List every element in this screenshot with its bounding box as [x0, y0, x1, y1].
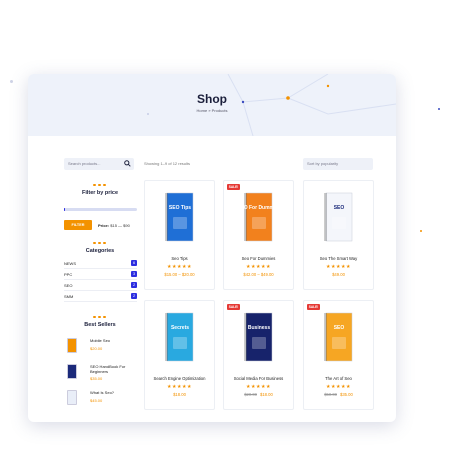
current-price: $18.00 — [260, 392, 273, 397]
book-cover-title: Business — [248, 325, 270, 331]
book-thumbnail[interactable] — [67, 364, 77, 379]
book-cover-title: SEO — [334, 325, 345, 331]
best-seller-item[interactable]: What Is Seo? $45.00 — [64, 388, 144, 412]
product-name[interactable]: Seo For Dummies — [224, 256, 293, 261]
price-range: $15 — $90 — [110, 223, 130, 228]
product-name[interactable]: Search Engine Optimization — [145, 376, 214, 381]
current-price: $35.00 — [340, 392, 353, 397]
sort-selected-value: Sort by popularity — [307, 161, 339, 166]
best-seller-item[interactable]: Mobile Seo $20.00 — [64, 336, 144, 360]
category-item-news[interactable]: NEWS 6 — [64, 259, 137, 269]
product-image[interactable]: Business — [243, 311, 273, 363]
category-count-badge: 2 — [131, 282, 137, 288]
rating-stars: ★★★★★ — [246, 264, 271, 270]
book-cover-title: SEO Tips — [169, 205, 191, 211]
product-price: $15.00 – $20.00 — [145, 272, 214, 277]
section-divider — [93, 184, 107, 186]
product-card[interactable]: SEO Seo The Smart Way ★★★★★ $49.00 — [303, 180, 374, 290]
decor-dot — [10, 80, 13, 83]
shop-page: Shop Home » Products Search products... … — [28, 74, 396, 422]
search-input[interactable]: Search products... — [64, 158, 134, 170]
product-image[interactable]: SEO — [323, 191, 353, 243]
decor-dot — [438, 108, 440, 110]
decor-dot — [420, 230, 422, 232]
category-name: SEO — [64, 283, 73, 288]
book-thumbnail[interactable] — [67, 338, 77, 353]
price-slider-fill — [64, 208, 66, 211]
breadcrumb[interactable]: Home » Products — [28, 108, 396, 113]
product-image[interactable]: SEO For Dummies — [243, 191, 273, 243]
category-count-badge: 6 — [131, 260, 137, 266]
price-slider[interactable] — [64, 208, 137, 211]
best-sellers-title: Best Sellers — [84, 322, 116, 328]
current-price: $15.00 – $20.00 — [164, 272, 195, 277]
product-name[interactable]: Social Media For Business — [224, 376, 293, 381]
page-banner: Shop Home » Products — [28, 74, 396, 136]
search-placeholder: Search products... — [68, 161, 101, 166]
product-card[interactable]: SEO Tips Seo Tips ★★★★★ $15.00 – $20.00 — [144, 180, 215, 290]
product-card[interactable]: SALE! SEO For Dummies Seo For Dummies ★★★★★… — [223, 180, 294, 290]
product-price: $49.00 — [304, 272, 373, 277]
categories-title: Categories — [85, 248, 115, 254]
rating-stars: ★★★★★ — [326, 264, 351, 270]
page-title: Shop — [197, 92, 227, 106]
old-price: $50.00 — [324, 392, 337, 397]
product-name[interactable]: Seo The Smart Way — [304, 256, 373, 261]
search-icon[interactable] — [124, 160, 131, 167]
filter-button[interactable]: FILTER — [64, 220, 92, 230]
product-price: $18.00 — [145, 392, 214, 397]
best-seller-item[interactable]: SEO HandBook For Beginners $35.00 — [64, 362, 144, 386]
category-item-seo[interactable]: SEO 2 — [64, 281, 137, 291]
sale-badge: SALE! — [227, 304, 240, 310]
product-name[interactable]: The Art of Seo — [304, 376, 373, 381]
category-count-badge: 2 — [131, 293, 137, 299]
product-price: $20.00 $18.00 — [224, 392, 293, 397]
product-card[interactable]: SALE! SEO The Art of Seo ★★★★★ $50.00 $35.00 — [303, 300, 374, 410]
current-price: $42.00 – $49.00 — [243, 272, 274, 277]
rating-stars: ★★★★★ — [167, 384, 192, 390]
price-label: Price: — [98, 223, 110, 228]
best-seller-name[interactable]: Mobile Seo — [90, 338, 140, 343]
rating-stars: ★★★★★ — [167, 264, 192, 270]
sort-select[interactable]: Sort by popularity — [303, 158, 373, 170]
book-cover-title: Secrets — [171, 325, 189, 331]
book-cover-title: SEO For Dummies — [243, 205, 273, 211]
product-name[interactable]: Seo Tips — [145, 256, 214, 261]
category-count-badge: 3 — [131, 271, 137, 277]
product-card[interactable]: SALE! Business Social Media For Business ★★… — [223, 300, 294, 410]
product-image[interactable]: SEO — [323, 311, 353, 363]
rating-stars: ★★★★★ — [246, 384, 271, 390]
best-seller-name[interactable]: SEO HandBook For Beginners — [90, 364, 140, 374]
results-count: Showing 1–9 of 12 results — [144, 161, 191, 166]
best-seller-name[interactable]: What Is Seo? — [90, 390, 140, 395]
sale-badge: SALE! — [307, 304, 320, 310]
product-price: $50.00 $35.00 — [304, 392, 373, 397]
current-price: $18.00 — [173, 392, 186, 397]
category-name: NEWS — [64, 261, 76, 266]
category-name: PPC — [64, 272, 73, 277]
rating-stars: ★★★★★ — [326, 384, 351, 390]
book-cover-title: SEO — [334, 205, 345, 211]
book-thumbnail[interactable] — [67, 390, 77, 405]
best-seller-price: $20.00 — [90, 346, 103, 351]
section-divider — [93, 316, 107, 318]
product-image[interactable]: Secrets — [164, 311, 194, 363]
product-image[interactable]: SEO Tips — [164, 191, 194, 243]
filter-title: Filter by price — [81, 190, 119, 196]
category-name: SMM — [64, 294, 74, 299]
sale-badge: SALE! — [227, 184, 240, 190]
best-seller-price: $35.00 — [90, 376, 103, 381]
current-price: $49.00 — [332, 272, 345, 277]
product-card[interactable]: Secrets Search Engine Optimization ★★★★★ $1… — [144, 300, 215, 410]
category-item-smm[interactable]: SMM 2 — [64, 292, 137, 302]
price-range-text: Price: $15 — $90 — [98, 223, 130, 228]
old-price: $20.00 — [244, 392, 257, 397]
section-divider — [93, 242, 107, 244]
product-price: $42.00 – $49.00 — [224, 272, 293, 277]
best-seller-price: $45.00 — [90, 398, 103, 403]
category-item-ppc[interactable]: PPC 3 — [64, 270, 137, 280]
